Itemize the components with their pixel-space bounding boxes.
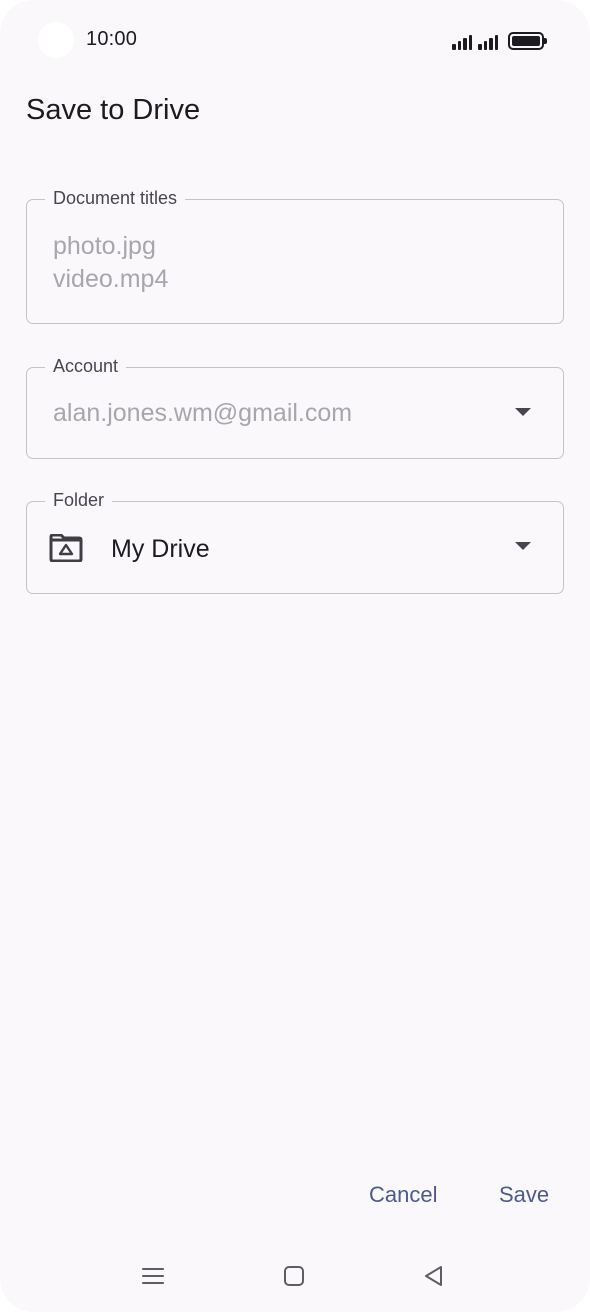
dropdown-arrow-icon[interactable]	[515, 408, 531, 416]
camera-cutout	[38, 22, 74, 58]
signal-icon	[478, 34, 498, 50]
folder-value: My Drive	[111, 535, 210, 563]
account-value: alan.jones.wm@gmail.com	[53, 399, 353, 427]
home-icon[interactable]	[281, 1264, 307, 1288]
status-icons	[452, 30, 547, 50]
signal-icon	[452, 34, 472, 50]
battery-icon	[508, 32, 547, 50]
document-titles-field: Document titles photo.jpg video.mp4	[26, 187, 564, 324]
dialog-title: Save to Drive	[26, 94, 201, 126]
document-titles-label: Document titles	[45, 187, 186, 209]
folder-label: Folder	[45, 489, 113, 511]
account-dropdown[interactable]: Account alan.jones.wm@gmail.com	[26, 355, 564, 459]
document-title-item: photo.jpg	[53, 232, 156, 260]
status-time: 10:00	[86, 28, 138, 50]
drive-folder-icon	[49, 534, 83, 562]
back-icon[interactable]	[421, 1264, 447, 1288]
document-title-item: video.mp4	[53, 265, 169, 293]
folder-dropdown[interactable]: Folder My Drive	[26, 489, 564, 594]
document-titles-list: photo.jpg video.mp4	[53, 230, 168, 296]
recents-icon[interactable]	[140, 1264, 166, 1288]
dropdown-arrow-icon[interactable]	[515, 542, 531, 550]
status-bar: 10:00	[0, 0, 590, 80]
navigation-bar	[0, 1250, 590, 1302]
cancel-button[interactable]: Cancel	[369, 1182, 437, 1208]
save-button[interactable]: Save	[499, 1182, 549, 1208]
account-label: Account	[45, 355, 127, 377]
save-to-drive-screen: 10:00 Save to Drive Document titles phot…	[0, 0, 590, 1312]
